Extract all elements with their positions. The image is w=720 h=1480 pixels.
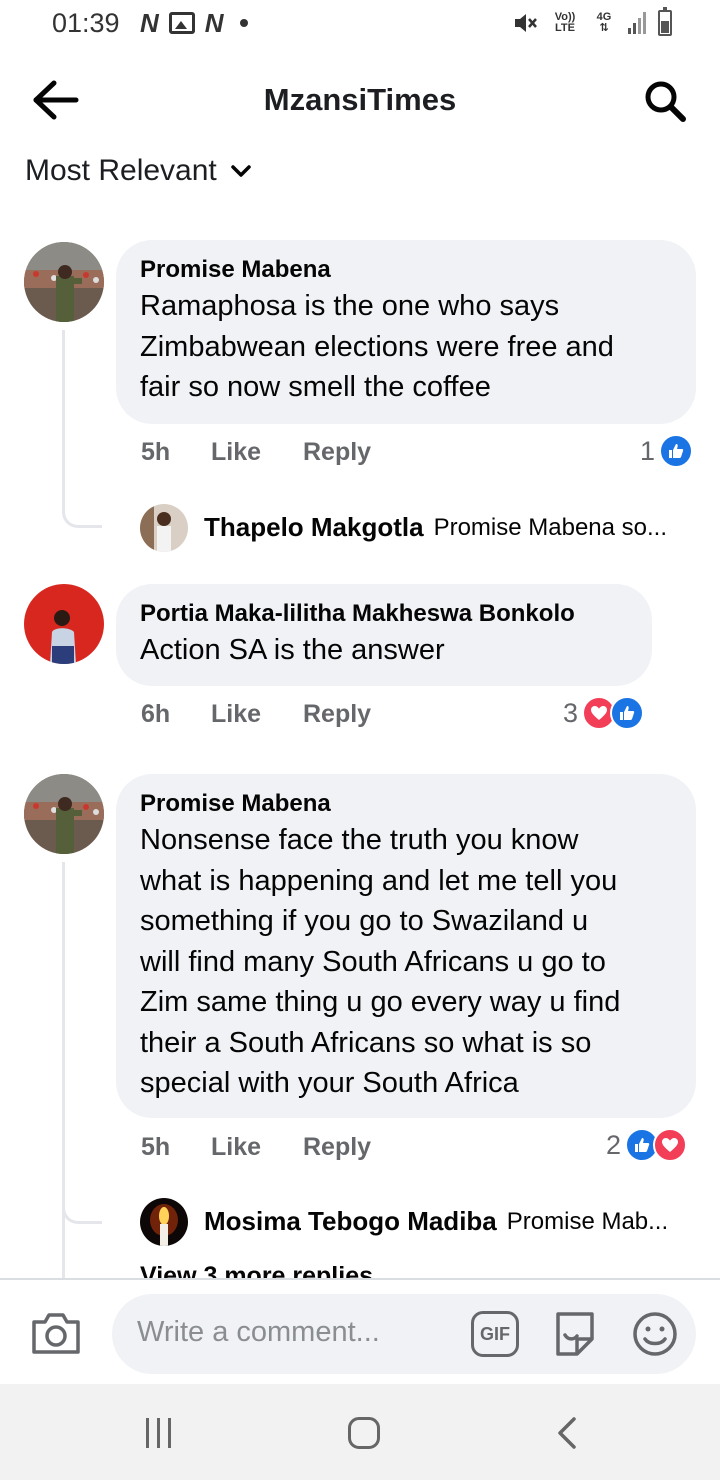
like-reaction-icon bbox=[610, 696, 645, 730]
comment-actions: 5h Like Reply bbox=[141, 1133, 371, 1162]
gif-button[interactable]: GIF bbox=[471, 1311, 519, 1357]
avatar[interactable] bbox=[140, 1198, 188, 1246]
search-button[interactable] bbox=[642, 78, 688, 124]
signal-icon bbox=[628, 12, 646, 34]
search-icon bbox=[645, 81, 686, 122]
love-reaction-icon bbox=[653, 1128, 688, 1162]
n-app-icon: N bbox=[204, 8, 224, 38]
app-header: MzansiTimes bbox=[0, 60, 720, 140]
sticker-button[interactable] bbox=[550, 1309, 600, 1359]
system-nav-bar bbox=[0, 1384, 720, 1480]
sort-dropdown[interactable]: Most Relevant bbox=[25, 154, 251, 188]
volte-indicator: Vo)) LTE bbox=[554, 11, 576, 34]
thread-connector bbox=[62, 488, 102, 528]
smiley-icon bbox=[633, 1312, 677, 1356]
reaction-count: 3 bbox=[563, 697, 579, 728]
gallery-icon bbox=[168, 12, 195, 34]
page-title: MzansiTimes bbox=[263, 82, 457, 117]
reply-button[interactable]: Reply bbox=[303, 700, 371, 729]
comment-text: Nonsense face the truth you know what is… bbox=[140, 824, 621, 1099]
avatar[interactable] bbox=[24, 242, 104, 322]
like-reaction-icon bbox=[659, 434, 694, 468]
reply-button[interactable]: Reply bbox=[303, 438, 371, 467]
avatar[interactable] bbox=[24, 774, 104, 854]
comment-text: Action SA is the answer bbox=[140, 634, 445, 666]
comment-time[interactable]: 5h bbox=[141, 1133, 211, 1162]
comment-time[interactable]: 5h bbox=[141, 438, 211, 467]
comment-author[interactable]: Promise Mabena bbox=[140, 788, 672, 820]
network-type: 4G ⇅ bbox=[596, 11, 612, 34]
reaction-count: 1 bbox=[640, 435, 656, 466]
reaction-summary[interactable]: 3 bbox=[563, 696, 645, 730]
comment-author[interactable]: Promise Mabena bbox=[140, 254, 672, 286]
camera-button[interactable] bbox=[30, 1310, 82, 1356]
thread-connector bbox=[62, 1184, 102, 1224]
comment-bubble[interactable]: Promise Mabena Nonsense face the truth y… bbox=[116, 774, 696, 1118]
mute-icon bbox=[515, 14, 537, 32]
gif-label: GIF bbox=[480, 1323, 510, 1344]
comment-bubble[interactable]: Promise Mabena Ramaphosa is the one who … bbox=[116, 240, 696, 424]
more-notifications-dot bbox=[239, 19, 248, 27]
home-button[interactable] bbox=[348, 1417, 380, 1449]
camera-icon bbox=[32, 1313, 80, 1354]
sort-label: Most Relevant bbox=[25, 154, 217, 187]
comment-bubble[interactable]: Portia Maka-lilitha Makheswa Bonkolo Act… bbox=[116, 584, 652, 686]
recents-button[interactable] bbox=[146, 1418, 180, 1448]
system-icons: Vo)) LTE 4G ⇅ bbox=[512, 7, 672, 36]
reply-author: Mosima Tebogo Madiba bbox=[204, 1206, 497, 1236]
chevron-left-icon bbox=[558, 1417, 576, 1449]
comment-actions: 5h Like Reply bbox=[141, 438, 371, 467]
battery-icon bbox=[658, 7, 672, 36]
comment-text: Ramaphosa is the one who says Zimbabwean… bbox=[140, 290, 614, 403]
comment-author[interactable]: Portia Maka-lilitha Makheswa Bonkolo bbox=[140, 598, 628, 630]
reaction-summary[interactable]: 2 bbox=[606, 1128, 688, 1162]
comment-input[interactable]: Write a comment... GIF bbox=[112, 1294, 696, 1374]
sticker-icon bbox=[556, 1312, 594, 1356]
status-time: 01:39 bbox=[52, 8, 120, 38]
n-app-icon: N bbox=[140, 8, 159, 38]
reply-author: Thapelo Makgotla bbox=[204, 512, 424, 542]
notification-icons: N N bbox=[140, 10, 248, 36]
reply-preview[interactable]: Mosima Tebogo Madiba Promise Mab... bbox=[204, 1206, 700, 1237]
chevron-down-icon bbox=[231, 165, 251, 177]
avatar[interactable] bbox=[24, 584, 104, 664]
like-button[interactable]: Like bbox=[211, 1133, 303, 1162]
thread-line bbox=[62, 330, 65, 490]
comment-composer: Write a comment... GIF bbox=[0, 1278, 720, 1384]
status-bar: 01:39 N N Vo)) LTE 4G ⇅ bbox=[0, 0, 720, 48]
reply-button[interactable]: Reply bbox=[303, 1133, 371, 1162]
reaction-count: 2 bbox=[606, 1129, 622, 1160]
avatar[interactable] bbox=[140, 504, 188, 552]
comment-time[interactable]: 6h bbox=[141, 700, 211, 729]
like-button[interactable]: Like bbox=[211, 700, 303, 729]
reaction-summary[interactable]: 1 bbox=[640, 434, 694, 468]
emoji-button[interactable] bbox=[630, 1309, 680, 1359]
comment-actions: 6h Like Reply bbox=[141, 700, 371, 729]
like-button[interactable]: Like bbox=[211, 438, 303, 467]
reply-preview[interactable]: Thapelo Makgotla Promise Mabena so... bbox=[204, 512, 700, 543]
reply-snippet: Promise Mab... bbox=[506, 1207, 669, 1235]
comment-input-placeholder: Write a comment... bbox=[137, 1316, 380, 1348]
reply-snippet: Promise Mabena so... bbox=[433, 513, 668, 541]
system-back-button[interactable] bbox=[552, 1416, 582, 1450]
thread-line bbox=[62, 862, 65, 1282]
